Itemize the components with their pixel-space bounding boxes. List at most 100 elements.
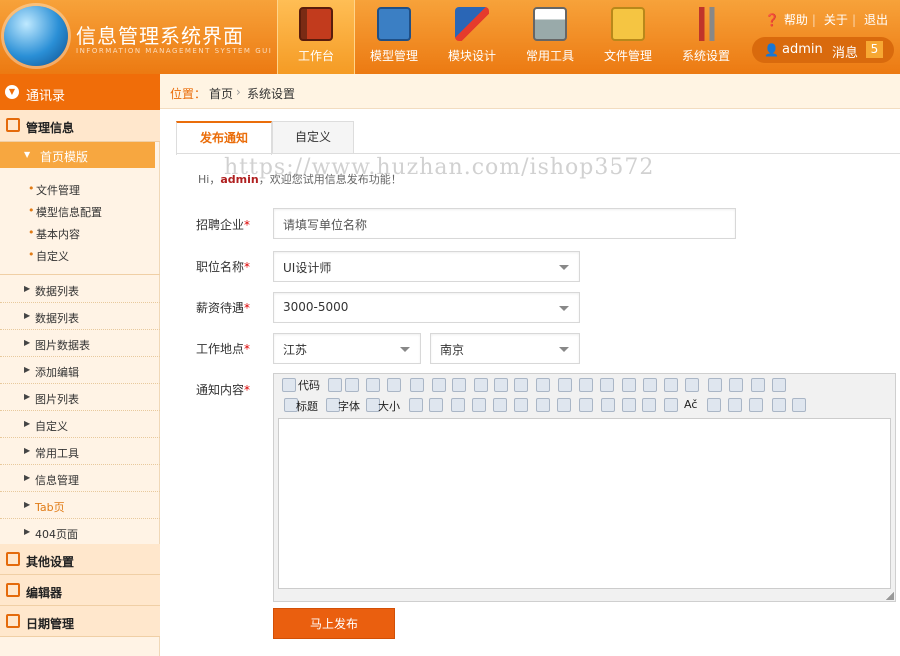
breadcrumb-home[interactable]: 首页 [209,85,233,102]
list-icon [6,118,20,132]
tab-custom[interactable]: 自定义 [272,121,354,154]
app-subtitle: INFORMATION MANAGEMENT SYSTEM GUI [76,47,273,55]
pagebreak-icon[interactable] [728,398,742,412]
message-link[interactable]: 消息 [832,42,858,61]
globe-logo-icon [4,6,68,66]
sidebar-manage-info[interactable]: 管理信息 [0,110,160,142]
caret-right-icon: ▶ [24,473,31,482]
copy-icon[interactable] [452,378,466,392]
submit-button[interactable]: 马上发布 [273,608,395,639]
sidebar-item[interactable]: ▶ 添加编辑 [0,357,160,384]
time-icon[interactable] [772,378,786,392]
nav-file-management[interactable]: 文件管理 [589,0,667,74]
find-icon[interactable] [328,378,342,392]
media-icon[interactable] [622,398,636,412]
fullscreen-icon[interactable] [345,378,359,392]
sidebar-leaf-custom[interactable]: 自定义 [28,248,69,264]
tools-icon [689,7,723,41]
about-link[interactable]: 关于 [824,13,848,27]
eraser-icon[interactable] [536,398,550,412]
sidebar-contacts[interactable]: ▼ 通讯录 [0,74,160,110]
sidebar-date-management[interactable]: 日期管理 [0,606,160,637]
sidebar-item[interactable]: ▶ 404页面 [0,519,160,546]
link-icon[interactable] [749,398,763,412]
sidebar-item[interactable]: ▶ 数据列表 [0,276,160,303]
sidebar-editor[interactable]: 编辑器 [0,575,160,606]
caret-right-icon: ▶ [24,527,31,536]
paste-word-icon[interactable] [514,378,528,392]
caret-right-icon: ▶ [24,338,31,347]
resize-handle-icon[interactable] [886,592,894,600]
city-select[interactable]: 南京 [430,333,580,364]
user-icon: 👤 [764,43,779,57]
breadcrumb-current: 系统设置 [247,87,296,101]
sidebar-item[interactable]: ▶ 信息管理 [0,465,160,492]
unlink-icon[interactable] [772,398,786,412]
hr-icon[interactable] [664,398,678,412]
sidebar-item[interactable]: ▶ Tab页 [0,492,160,519]
sidebar-leaf-model[interactable]: 模型信息配置 [28,204,102,220]
sidebar-homepage-template[interactable]: ▼ 首页模版 [0,142,155,168]
justify-icon[interactable] [600,378,614,392]
province-select[interactable]: 江苏 [273,333,421,364]
calendar-icon [6,614,20,628]
align-center-icon[interactable] [558,378,572,392]
template-icon[interactable] [557,398,571,412]
italic-icon[interactable] [472,398,486,412]
subscript-icon[interactable] [729,378,743,392]
sidebar-item[interactable]: ▶ 图片列表 [0,384,160,411]
salary-select[interactable]: 3000-5000 [273,292,580,323]
print-icon[interactable] [410,378,424,392]
bold-icon[interactable] [451,398,465,412]
sidebar: ▼ 通讯录 管理信息 ▼ 首页模版 文件管理 模型信息配置 基本内容 自定义 ▶… [0,74,160,656]
position-select[interactable]: UI设计师 [273,251,580,282]
caret-right-icon: ▶ [24,392,31,401]
emoticon-icon[interactable] [707,398,721,412]
username[interactable]: admin [782,42,823,57]
tab-divider [176,153,900,154]
strike-icon[interactable] [514,398,528,412]
paste-icon[interactable] [474,378,488,392]
sidebar-leaf-basic[interactable]: 基本内容 [28,226,80,242]
sidebar-item[interactable]: ▶ 自定义 [0,411,160,438]
unordered-list-icon[interactable] [643,378,657,392]
folder-icon [611,7,645,41]
editor-content-area[interactable] [278,418,891,589]
sidebar-other-settings[interactable]: 其他设置 [0,544,160,575]
superscript-icon[interactable] [708,378,722,392]
nav-workbench[interactable]: 工作台 [277,0,355,74]
underline-icon[interactable] [493,398,507,412]
date-icon[interactable] [751,378,765,392]
align-left-icon[interactable] [536,378,550,392]
align-right-icon[interactable] [579,378,593,392]
undo-icon[interactable] [366,378,380,392]
about-icon[interactable] [792,398,806,412]
bgcolor-icon[interactable] [429,398,443,412]
flash-icon[interactable] [601,398,615,412]
sidebar-item[interactable]: ▶ 常用工具 [0,438,160,465]
image-icon[interactable] [579,398,593,412]
outdent-icon[interactable] [685,378,699,392]
nav-module-design[interactable]: 模块设计 [433,0,511,74]
cut-icon[interactable] [432,378,446,392]
company-input[interactable]: 请填写单位名称 [273,208,736,239]
nav-system-settings[interactable]: 系统设置 [667,0,745,74]
company-label: 招聘企业* [196,218,251,232]
nav-model-management[interactable]: 模型管理 [355,0,433,74]
tab-publish-notice[interactable]: 发布通知 [176,121,272,155]
redo-icon[interactable] [387,378,401,392]
sidebar-item[interactable]: ▶ 数据列表 [0,303,160,330]
sidebar-item[interactable]: ▶ 图片数据表 [0,330,160,357]
ordered-list-icon[interactable] [622,378,636,392]
indent-icon[interactable] [664,378,678,392]
sidebar-leaf-file[interactable]: 文件管理 [28,182,80,198]
forecolor-icon[interactable] [409,398,423,412]
nav-common-tools[interactable]: 常用工具 [511,0,589,74]
table-icon[interactable] [642,398,656,412]
source-icon[interactable] [282,378,296,392]
logout-link[interactable]: 退出 [864,13,888,27]
pencil-icon [455,7,489,41]
paste-text-icon[interactable] [494,378,508,392]
app-title: 信息管理系统界面 [76,24,244,48]
help-link[interactable]: 帮助 [784,13,808,27]
